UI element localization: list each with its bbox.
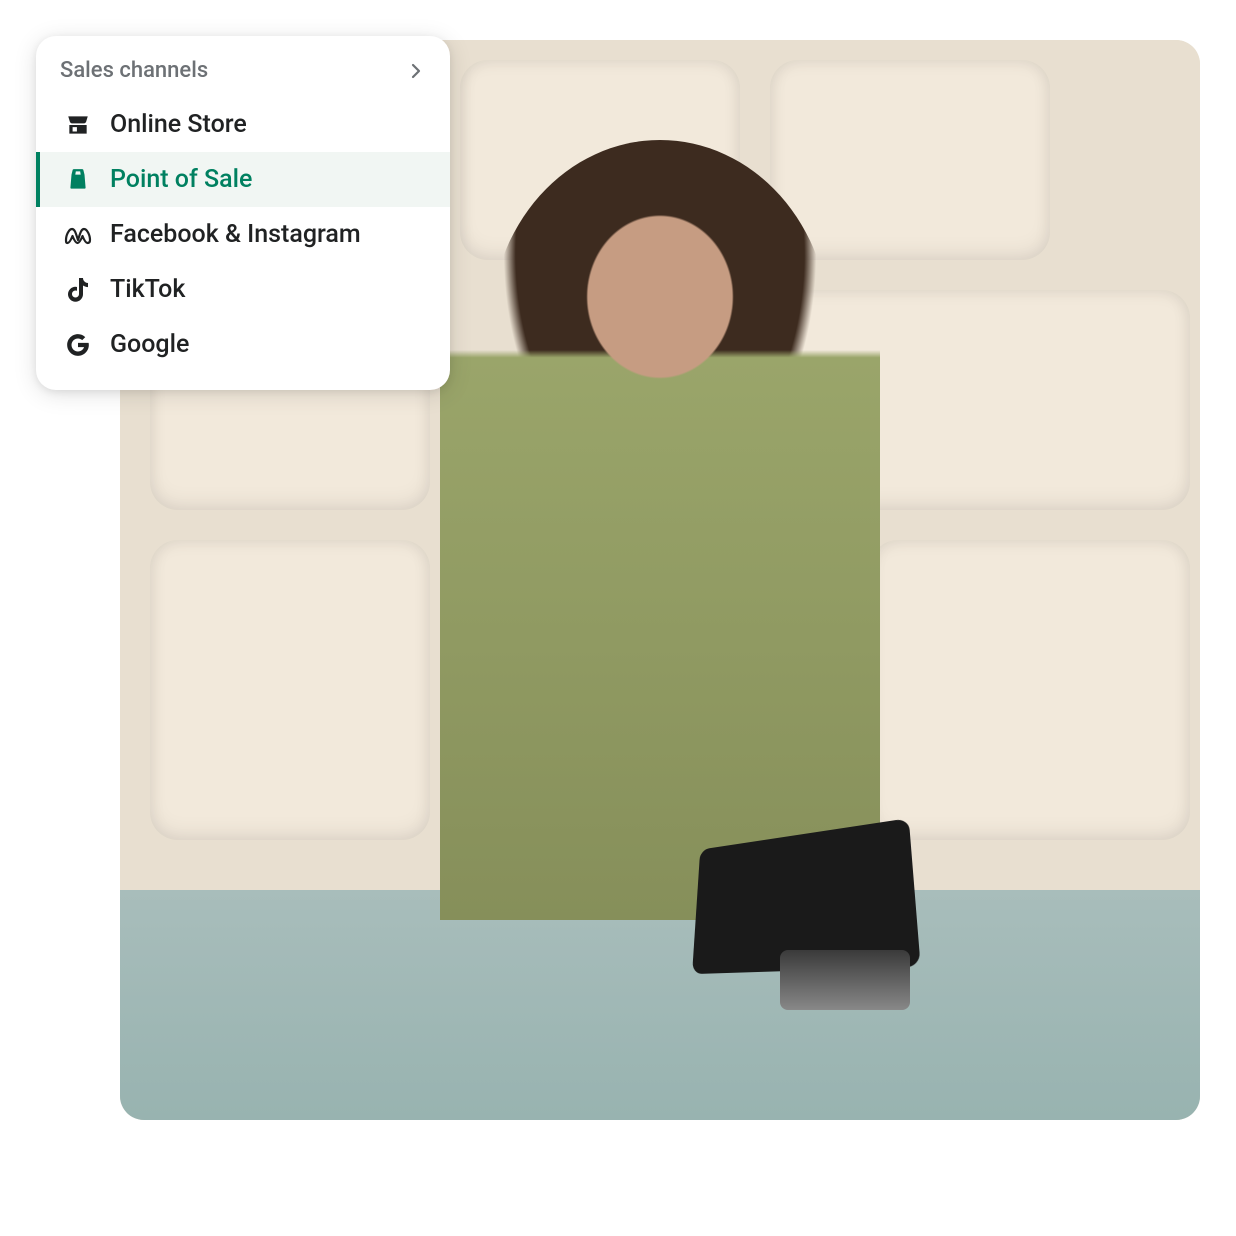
menu-header[interactable]: Sales channels [36,58,450,97]
pos-terminal [680,830,940,1010]
shopify-bag-icon [64,166,92,194]
sales-channels-menu: Sales channels Online Store Point of Sal… [36,36,450,390]
storefront-icon [64,111,92,139]
channel-label: TikTok [110,275,185,304]
store-associate [440,160,880,920]
channel-label: Online Store [110,110,247,139]
channel-online-store[interactable]: Online Store [36,97,450,152]
channel-label: Facebook & Instagram [110,220,361,249]
pos-dock [780,950,910,1010]
google-icon [64,331,92,359]
channel-google[interactable]: Google [36,317,450,372]
shelf-niche [150,540,430,840]
meta-icon [64,221,92,249]
store-counter [120,890,1200,1120]
channel-point-of-sale[interactable]: Point of Sale [36,152,450,207]
channel-tiktok[interactable]: TikTok [36,262,450,317]
menu-title: Sales channels [60,58,208,83]
chevron-right-icon [406,61,426,81]
channel-label: Point of Sale [110,165,252,194]
tiktok-icon [64,276,92,304]
channel-label: Google [110,330,189,359]
shelf-niche [870,540,1190,840]
channel-facebook-instagram[interactable]: Facebook & Instagram [36,207,450,262]
